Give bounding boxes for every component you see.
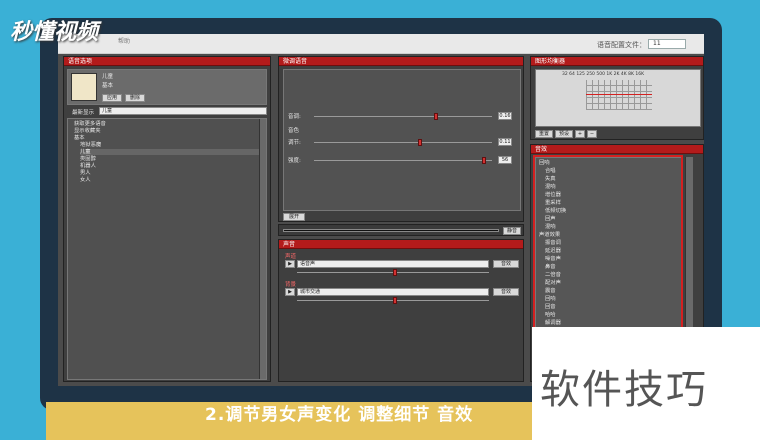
effect-item[interactable]: 延迟器 bbox=[545, 248, 561, 254]
timbre-label: 音色 bbox=[288, 128, 300, 134]
pitch-knob[interactable] bbox=[434, 113, 438, 120]
list-item[interactable]: 女人 bbox=[80, 177, 91, 183]
config-label: 语音配置文件： bbox=[597, 41, 646, 49]
eq-grid bbox=[586, 80, 652, 110]
list-item[interactable]: 地狱恶魔 bbox=[80, 142, 101, 148]
effect-item[interactable]: 振音调 bbox=[545, 240, 561, 246]
scrollbar[interactable] bbox=[259, 119, 266, 379]
corner-watermark: 软件技巧 bbox=[532, 327, 760, 440]
list-item[interactable]: 儿童 bbox=[80, 149, 260, 155]
effect-item[interactable]: 混响 bbox=[545, 184, 556, 190]
watermark-text: 软件技巧 bbox=[540, 367, 708, 413]
background-effect-button[interactable]: 音效 bbox=[493, 288, 519, 296]
voice-channel-select[interactable]: 语音声 bbox=[297, 260, 489, 268]
effect-item[interactable]: 增位器 bbox=[545, 192, 561, 198]
play-voice-button[interactable]: ▶ bbox=[285, 260, 295, 268]
profile-card: 儿童 基本 应用 删除 bbox=[67, 69, 267, 105]
voice-channel-label: 声道 bbox=[285, 254, 297, 260]
avatar bbox=[71, 73, 97, 101]
list-item[interactable]: 机器人 bbox=[80, 163, 96, 169]
effect-item[interactable]: 声道效果 bbox=[539, 232, 560, 238]
delete-button[interactable]: 删除 bbox=[125, 94, 145, 102]
equalizer-header: 图形均衡器 bbox=[531, 57, 703, 66]
voice-adjust-header: 微调语音 bbox=[279, 57, 523, 66]
effect-item[interactable]: 合唱 bbox=[545, 168, 556, 174]
profile-name: 儿童 bbox=[102, 74, 114, 80]
breath-value[interactable]: 56 bbox=[498, 156, 512, 164]
voice-filter[interactable]: 儿童 bbox=[99, 107, 267, 115]
list-item[interactable]: 获取更多语音 bbox=[74, 121, 106, 127]
breath-slider[interactable] bbox=[314, 160, 492, 161]
pitch-value[interactable]: 0.16 bbox=[498, 112, 512, 120]
effect-item[interactable]: 回响 bbox=[539, 160, 550, 166]
strength-slider[interactable] bbox=[314, 142, 492, 143]
equalizer-panel: 图形均衡器 32 64 125 250 500 1K 2K 4K 8K 16K … bbox=[530, 56, 704, 140]
voice-tree: 获取更多语音 显示收藏夹 基本 地狱恶魔 儿童 类固醇 机器人 男人 女人 bbox=[67, 118, 267, 380]
strength-knob[interactable] bbox=[418, 139, 422, 146]
volume-bar[interactable] bbox=[283, 229, 499, 232]
sound-panel: 声音 声道 ▶ 语音声 音效 背景 ▶ 城市交通 音效 bbox=[278, 239, 524, 382]
effect-item[interactable]: 哈哈 bbox=[545, 312, 556, 318]
eq-curve bbox=[586, 94, 652, 95]
breath-knob[interactable] bbox=[482, 157, 486, 164]
frequency-labels: 32 64 125 250 500 1K 2K 4K 8K 16K bbox=[562, 72, 645, 77]
adjust-area: 音调: 0.16 音色 调节: 0.11 强度: 56 bbox=[283, 69, 521, 211]
help-menu[interactable]: 帮助 bbox=[118, 36, 130, 45]
effect-item[interactable]: 配对声 bbox=[545, 280, 561, 286]
eq-add-button[interactable]: + bbox=[575, 130, 585, 138]
list-item[interactable]: 基本 bbox=[74, 135, 85, 141]
voice-list-panel: 语音选项 儿童 基本 应用 删除 最新显示 儿童 获取更多语音 显示收藏夹 基本… bbox=[63, 56, 271, 382]
effect-item[interactable]: 鼻音 bbox=[545, 264, 556, 270]
voice-list-header: 语音选项 bbox=[64, 57, 270, 66]
sound-header: 声音 bbox=[279, 240, 523, 249]
expand-button[interactable]: 展开 bbox=[283, 213, 305, 221]
list-item[interactable]: 显示收藏夹 bbox=[74, 128, 101, 134]
breath-label: 强度: bbox=[288, 158, 301, 164]
voice-effect-button[interactable]: 音效 bbox=[493, 260, 519, 268]
list-item[interactable]: 男人 bbox=[80, 170, 91, 176]
equalizer-graph[interactable]: 32 64 125 250 500 1K 2K 4K 8K 16K bbox=[535, 69, 701, 127]
play-background-button[interactable]: ▶ bbox=[285, 288, 295, 296]
apply-button[interactable]: 应用 bbox=[102, 94, 122, 102]
strength-label: 调节: bbox=[288, 140, 301, 146]
effects-header: 音效 bbox=[531, 145, 703, 154]
effect-item[interactable]: 震音 bbox=[545, 288, 556, 294]
favorite-checkbox-label[interactable]: 最新显示 bbox=[72, 108, 94, 116]
effect-item[interactable]: 回音 bbox=[545, 304, 556, 310]
effect-item[interactable]: 混响 bbox=[545, 224, 556, 230]
voice-adjust-panel: 微调语音 音调: 0.16 音色 调节: 0.11 强度: 56 展开 bbox=[278, 56, 524, 222]
volume-strip: 静音 bbox=[278, 224, 524, 236]
strength-value[interactable]: 0.11 bbox=[498, 138, 512, 146]
effect-item[interactable]: 失真 bbox=[545, 176, 556, 182]
effect-item[interactable]: 回响 bbox=[545, 296, 556, 302]
mute-button[interactable]: 静音 bbox=[503, 227, 521, 235]
background-knob[interactable] bbox=[393, 297, 397, 304]
profile-subtitle: 基本 bbox=[102, 83, 114, 89]
effect-item[interactable]: 噪音声 bbox=[545, 256, 561, 262]
config-select[interactable]: 11 bbox=[648, 39, 686, 49]
pitch-slider[interactable] bbox=[314, 116, 492, 117]
eq-preset-button[interactable]: 预设 bbox=[555, 130, 573, 138]
voice-channel-knob[interactable] bbox=[393, 269, 397, 276]
effect-item[interactable]: 重采样 bbox=[545, 200, 561, 206]
eq-remove-button[interactable]: − bbox=[587, 130, 597, 138]
effect-item[interactable]: 低频切换 bbox=[545, 208, 566, 214]
background-label: 背景 bbox=[285, 282, 297, 288]
effect-item[interactable]: 回声 bbox=[545, 216, 556, 222]
list-item[interactable]: 类固醇 bbox=[80, 156, 96, 162]
title-bar: 帮助 语音配置文件： 11 bbox=[58, 34, 704, 54]
logo: 秒懂视频 bbox=[10, 20, 99, 45]
pitch-label: 音调: bbox=[288, 114, 301, 120]
effect-item[interactable]: 解调器 bbox=[545, 320, 561, 326]
effect-item[interactable]: 二倍音 bbox=[545, 272, 561, 278]
background-select[interactable]: 城市交通 bbox=[297, 288, 489, 296]
video-caption: 2.调节男女声变化 调整细节 音效 bbox=[205, 405, 474, 425]
eq-reset-button[interactable]: 重置 bbox=[535, 130, 553, 138]
